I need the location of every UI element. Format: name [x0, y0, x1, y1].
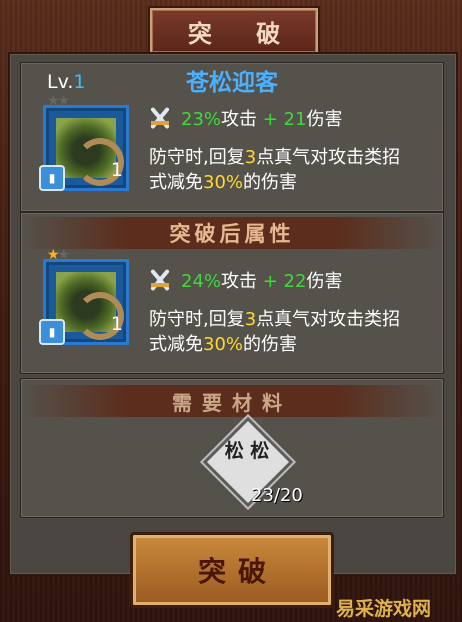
book-badge-icon: ▮ [39, 165, 65, 191]
skill-description: 防守时,回复3点真气对攻击类招 式减免30%的伤害 [149, 147, 401, 193]
attack-stat-row-after: 24%攻击 + 22伤害 [145, 265, 342, 295]
damage-bonus: + 21 [262, 109, 307, 130]
title-plaque: 突 破 [150, 8, 318, 54]
skill-art [56, 118, 124, 186]
star-rating-icon: ★★ [47, 247, 70, 263]
after-breakthrough-panel: 突破后属性 ★★ ▮ 1 24%攻击 + 22伤害 防守时,回复3点真气对攻击类… [20, 212, 444, 374]
damage-bonus: + 22 [262, 271, 307, 292]
after-header-ribbon: 突破后属性 [21, 217, 443, 249]
skill-art [56, 272, 124, 340]
crossed-swords-icon [145, 265, 175, 295]
material-item[interactable]: 松 松 23/20 [206, 420, 303, 509]
watermark: 易采游戏网 [336, 598, 432, 620]
damage-label: 伤害 [306, 271, 343, 292]
attack-label: 攻击 [221, 109, 258, 130]
material-name: 松 松 [224, 440, 270, 462]
material-count: 23/20 [251, 485, 303, 506]
after-header: 突破后属性 [169, 221, 295, 246]
breakthrough-button-label: 突破 [197, 555, 278, 588]
skill-description-after: 防守时,回复3点真气对攻击类招 式减免30%的伤害 [149, 309, 401, 355]
breakthrough-button[interactable]: 突破 [130, 532, 334, 608]
current-skill-panel: Lv.1 苍松迎客 ★★ ▮ 1 23%攻击 + 21伤害 防守时,回复3点真气… [20, 62, 444, 212]
attack-stat-row: 23%攻击 + 21伤害 [145, 103, 342, 133]
skill-icon[interactable]: ★★ ▮ 1 [39, 93, 129, 191]
book-badge-icon: ▮ [39, 319, 65, 345]
materials-panel: 需要材料 松 松 23/20 [20, 378, 444, 518]
icon-count: 1 [110, 313, 123, 335]
star-rating-icon: ★★ [47, 93, 70, 109]
skill-name-row: 苍松迎客 [21, 65, 443, 96]
skill-icon-after[interactable]: ★★ ▮ 1 [39, 247, 129, 345]
page-title: 突 破 [187, 18, 299, 48]
materials-header-ribbon: 需要材料 [21, 385, 443, 417]
materials-header: 需要材料 [172, 390, 292, 415]
crossed-swords-icon [145, 103, 175, 133]
attack-label: 攻击 [221, 271, 258, 292]
attack-percent: 24% [181, 271, 222, 292]
icon-count: 1 [110, 159, 123, 181]
damage-label: 伤害 [306, 109, 343, 130]
skill-name: 苍松迎客 [186, 70, 278, 96]
attack-percent: 23% [181, 109, 222, 130]
